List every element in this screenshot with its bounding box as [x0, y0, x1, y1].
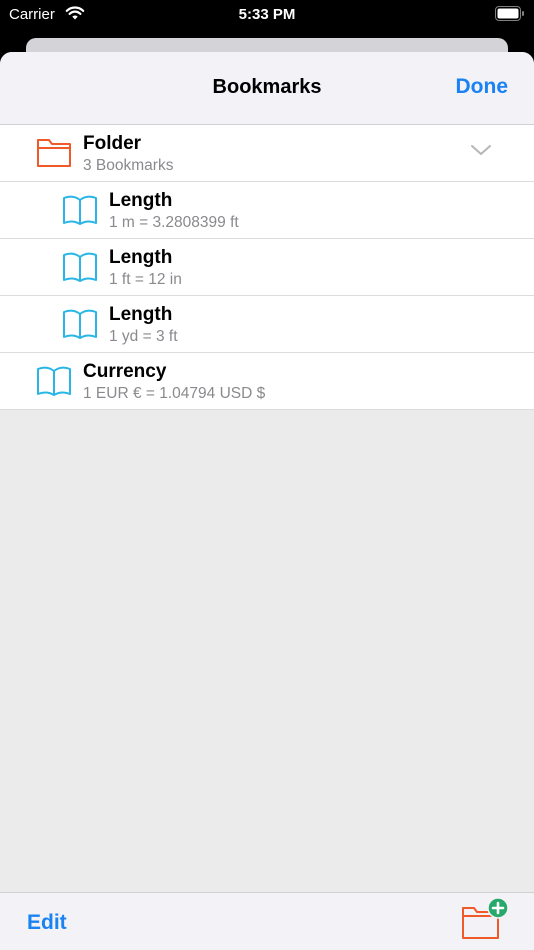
status-time: 5:33 PM [238, 6, 296, 23]
folder-title: Folder [83, 133, 142, 154]
bookmark-list: Folder 3 Bookmarks Length 1 m = 3.280839… [0, 125, 534, 410]
folder-icon [37, 139, 71, 167]
bookmark-title: Currency [83, 361, 167, 382]
bookmark-subtitle: 1 EUR € = 1.04794 USD $ [83, 385, 266, 402]
bookmark-subtitle: 1 yd = 3 ft [109, 328, 178, 345]
bookmark-row[interactable]: Length 1 yd = 3 ft [0, 296, 534, 353]
battery-icon [495, 6, 524, 21]
book-icon [63, 309, 97, 339]
bookmark-row[interactable]: Currency 1 EUR € = 1.04794 USD $ [0, 353, 534, 410]
bookmark-row[interactable]: Length 1 m = 3.2808399 ft [0, 182, 534, 239]
page-title: Bookmarks [212, 76, 322, 98]
bookmark-subtitle: 1 m = 3.2808399 ft [109, 214, 239, 231]
book-icon [63, 195, 97, 225]
book-icon [37, 366, 71, 396]
chevron-down-icon[interactable] [470, 143, 492, 157]
bookmark-title: Length [109, 304, 173, 325]
book-icon [63, 252, 97, 282]
bottom-toolbar: Edit [0, 892, 534, 950]
bookmark-title: Length [109, 190, 173, 211]
edit-button[interactable]: Edit [27, 911, 67, 935]
folder-add-icon[interactable] [460, 897, 510, 941]
navigation-bar: Bookmarks Done [0, 52, 534, 125]
bookmark-row[interactable]: Length 1 ft = 12 in [0, 239, 534, 296]
status-bar: Carrier 5:33 PM [0, 0, 534, 30]
folder-row[interactable]: Folder 3 Bookmarks [0, 125, 534, 182]
bookmark-subtitle: 1 ft = 12 in [109, 271, 182, 288]
done-button[interactable]: Done [456, 75, 509, 99]
bookmarks-sheet: Bookmarks Done Folder 3 Bookmarks Length… [0, 52, 534, 950]
bookmark-title: Length [109, 247, 173, 268]
folder-subtitle: 3 Bookmarks [83, 157, 174, 174]
